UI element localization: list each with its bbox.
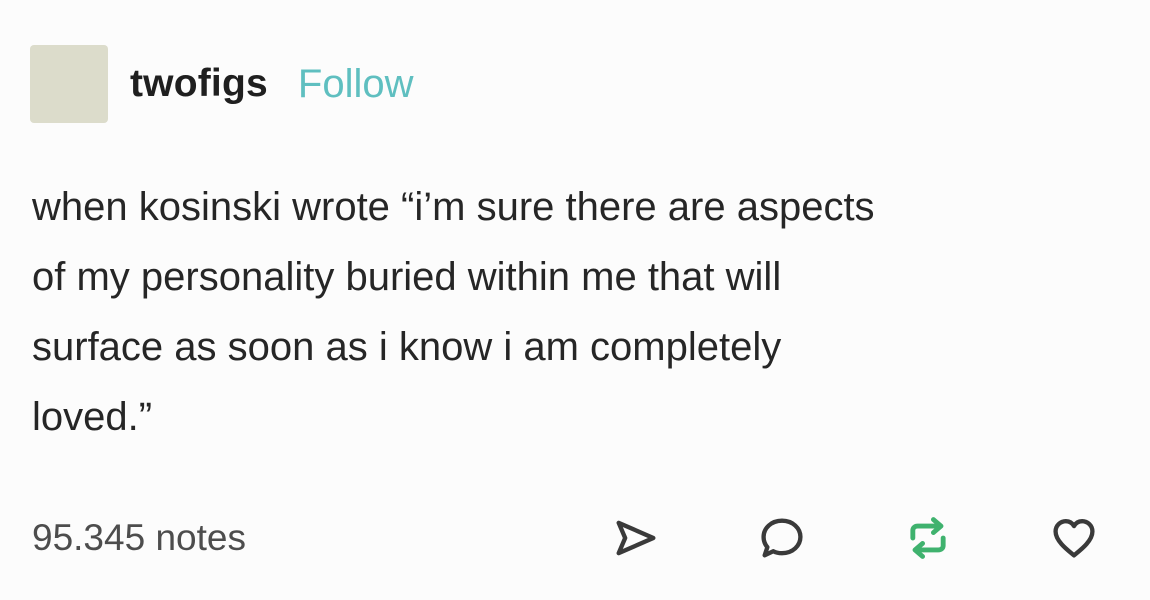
notes-count[interactable]: 95.345 notes	[32, 517, 518, 559]
reblog-button[interactable]	[900, 510, 956, 566]
like-button[interactable]	[1046, 510, 1102, 566]
share-icon	[616, 520, 656, 556]
follow-button[interactable]: Follow	[298, 62, 414, 107]
avatar[interactable]	[30, 45, 108, 123]
post-actions	[518, 510, 1102, 566]
comment-button[interactable]	[754, 510, 810, 566]
post-body-line: when kosinski wrote “i’m sure there are …	[32, 185, 875, 229]
reblog-icon	[910, 517, 946, 559]
post-footer: 95.345 notes	[32, 505, 1102, 571]
comment-icon	[761, 518, 803, 558]
tumblr-post: twofigs Follow when kosinski wrote “i’m …	[0, 0, 1150, 600]
heart-icon	[1053, 519, 1095, 558]
post-body-line: loved.”	[32, 395, 153, 439]
post-body-line: surface as soon as i know i am completel…	[32, 325, 782, 369]
share-button[interactable]	[608, 510, 664, 566]
post-body-line: of my personality buried within me that …	[32, 255, 782, 299]
post-body: when kosinski wrote “i’m sure there are …	[32, 172, 1112, 452]
username[interactable]: twofigs	[130, 62, 268, 106]
post-header: twofigs Follow	[30, 44, 413, 124]
